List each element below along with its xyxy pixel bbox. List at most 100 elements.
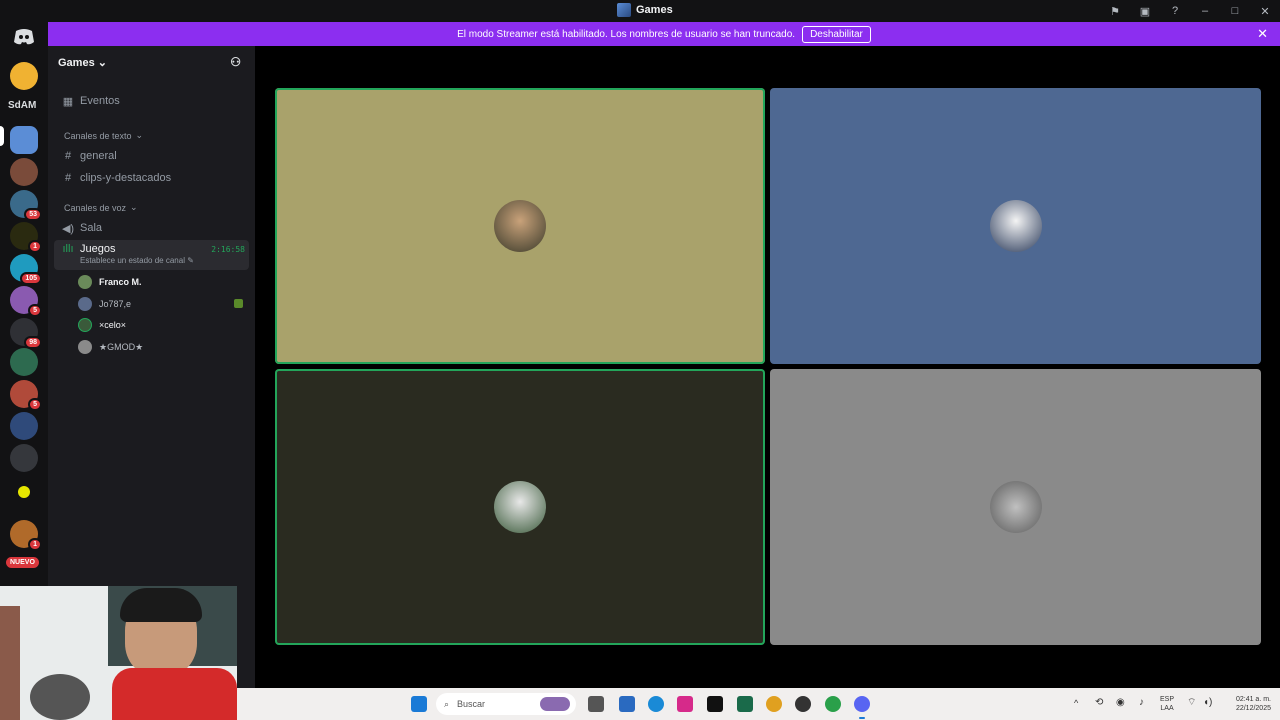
app-icon[interactable] xyxy=(795,696,811,712)
search-icon: ⌕ xyxy=(444,698,450,709)
mention-badge: 98 xyxy=(24,336,42,349)
titlebar-controls: ⚑ ▣ ? – □ ✕ xyxy=(1100,0,1280,22)
voice-channel-juegos[interactable]: ıllı Juegos Establece un estado de canal… xyxy=(54,240,249,270)
streamer-mode-banner: El modo Streamer está habilitado. Los no… xyxy=(48,22,1280,46)
participant-tile[interactable] xyxy=(770,88,1261,364)
capcut-icon[interactable] xyxy=(737,696,753,712)
server-selected-pill xyxy=(0,126,4,146)
server-icon[interactable]: 1 xyxy=(10,222,42,253)
invite-people-icon[interactable]: ⚇ xyxy=(230,55,241,69)
edge-icon[interactable] xyxy=(648,696,664,712)
window-titlebar: Games ⚑ ▣ ? – □ ✕ xyxy=(0,0,1280,22)
instagram-icon[interactable] xyxy=(677,696,693,712)
game-icon xyxy=(617,3,631,17)
webcam-hair xyxy=(120,588,202,622)
server-icon[interactable]: 5 xyxy=(10,286,42,317)
voice-active-icon: ıllı xyxy=(62,243,74,255)
close-window-button[interactable]: ✕ xyxy=(1250,5,1280,18)
webcam-shirt xyxy=(112,668,237,720)
server-sdam-label[interactable]: SdAM xyxy=(8,100,36,111)
mention-badge: 1 xyxy=(28,538,42,551)
new-badge: NUEVO xyxy=(6,557,39,568)
voice-user[interactable]: ★GMOD★ xyxy=(78,340,143,354)
calendar-icon: ▦ xyxy=(62,95,74,108)
server-icon[interactable] xyxy=(10,478,38,506)
voice-user[interactable]: ×celo× xyxy=(78,318,126,332)
activity-icon xyxy=(234,299,243,308)
server-icon[interactable] xyxy=(10,158,38,186)
windows-taskbar: ⌕ Buscar ^ ⟲ ◉ ♪ ESP LAA ⌔ ◖) 02:41 a. m… xyxy=(237,688,1280,720)
avatar xyxy=(78,297,92,311)
chrome-icon[interactable] xyxy=(766,696,782,712)
taskbar-search[interactable]: ⌕ Buscar xyxy=(436,693,576,715)
active-app-indicator xyxy=(859,717,865,719)
speaker-icon: ◀) xyxy=(61,222,75,235)
avatar xyxy=(78,275,92,289)
emoji-icon xyxy=(18,486,30,498)
server-icon[interactable] xyxy=(10,444,38,472)
channel-clips[interactable]: # clips-y-destacados xyxy=(54,168,249,188)
avatar xyxy=(494,481,546,533)
network-icon[interactable]: ⟲ xyxy=(1095,698,1103,708)
voice-stage xyxy=(255,46,1280,688)
banner-close-icon[interactable]: ✕ xyxy=(1257,26,1268,42)
voice-user[interactable]: Franco M. xyxy=(78,275,142,289)
channel-status[interactable]: Establece un estado de canal ✎ xyxy=(80,256,211,265)
chevron-down-icon: ⌄ xyxy=(135,130,144,140)
tray-overflow-icon[interactable]: ^ xyxy=(1074,699,1078,708)
tiktok-icon[interactable] xyxy=(707,696,723,712)
text-category[interactable]: Canales de texto ⌄ xyxy=(54,130,249,141)
language-indicator[interactable]: ESP LAA xyxy=(1160,695,1174,713)
volume-icon[interactable]: ◖) xyxy=(1203,698,1212,708)
server-header[interactable]: Games ⌄ ⚇ xyxy=(48,46,255,78)
channel-general[interactable]: # general xyxy=(54,146,249,166)
maximize-button[interactable]: □ xyxy=(1220,5,1250,17)
server-icon[interactable]: 105 xyxy=(10,254,42,285)
mention-badge: 5 xyxy=(28,398,42,411)
minimize-button[interactable]: – xyxy=(1190,5,1220,17)
discord-taskbar-icon[interactable] xyxy=(854,696,870,712)
server-name: Games xyxy=(58,57,95,69)
hash-icon: # xyxy=(64,150,72,162)
mention-badge: 1 xyxy=(28,240,42,253)
clock[interactable]: 02:41 a. m. 22/12/2025 xyxy=(1221,695,1271,713)
server-icon[interactable] xyxy=(10,126,38,154)
voice-user[interactable]: Jo787,e xyxy=(78,297,131,311)
server-icon[interactable]: 53 xyxy=(10,190,42,221)
avatar xyxy=(989,200,1042,252)
wifi-icon[interactable]: ⌔ xyxy=(1187,698,1196,708)
participant-tile[interactable] xyxy=(770,369,1261,645)
voice-category[interactable]: Canales de voz ⌄ xyxy=(54,202,249,213)
server-icon[interactable] xyxy=(10,62,38,90)
store-icon[interactable] xyxy=(619,696,635,712)
voice-channel-sala[interactable]: ◀) Sala xyxy=(54,218,249,238)
webcam-overlay xyxy=(0,586,237,720)
mic-icon[interactable]: ♪ xyxy=(1139,698,1144,708)
task-view-icon[interactable] xyxy=(588,696,604,712)
webcam-door xyxy=(0,606,20,720)
app-tray-icon[interactable]: ◉ xyxy=(1116,698,1125,708)
server-icon[interactable]: 98 xyxy=(10,318,42,349)
avatar xyxy=(78,340,92,354)
server-icon[interactable]: 5 xyxy=(10,380,42,411)
windows-start-icon[interactable] xyxy=(411,696,427,712)
hash-icon: # xyxy=(64,172,72,184)
events-item[interactable]: ▦ Eventos xyxy=(54,91,249,111)
chrome-profile-icon[interactable] xyxy=(825,696,841,712)
participant-tile[interactable] xyxy=(275,369,765,645)
mention-badge: 53 xyxy=(24,208,42,221)
channel-timer: 2:16:58 xyxy=(211,245,245,254)
participant-tile[interactable] xyxy=(275,88,765,364)
chevron-down-icon: ⌄ xyxy=(97,57,107,69)
screen-icon[interactable]: ▣ xyxy=(1130,5,1160,18)
avatar xyxy=(494,200,546,252)
server-icon[interactable] xyxy=(10,348,38,376)
discord-home-icon[interactable] xyxy=(10,26,38,48)
server-icon[interactable]: 1 xyxy=(10,520,42,551)
disable-streamer-button[interactable]: Deshabilitar xyxy=(802,25,871,43)
server-icon[interactable] xyxy=(10,412,38,440)
inbox-icon[interactable]: ⚑ xyxy=(1100,5,1130,18)
avatar xyxy=(989,481,1042,533)
help-icon[interactable]: ? xyxy=(1160,5,1190,17)
window-title: Games xyxy=(617,3,673,17)
